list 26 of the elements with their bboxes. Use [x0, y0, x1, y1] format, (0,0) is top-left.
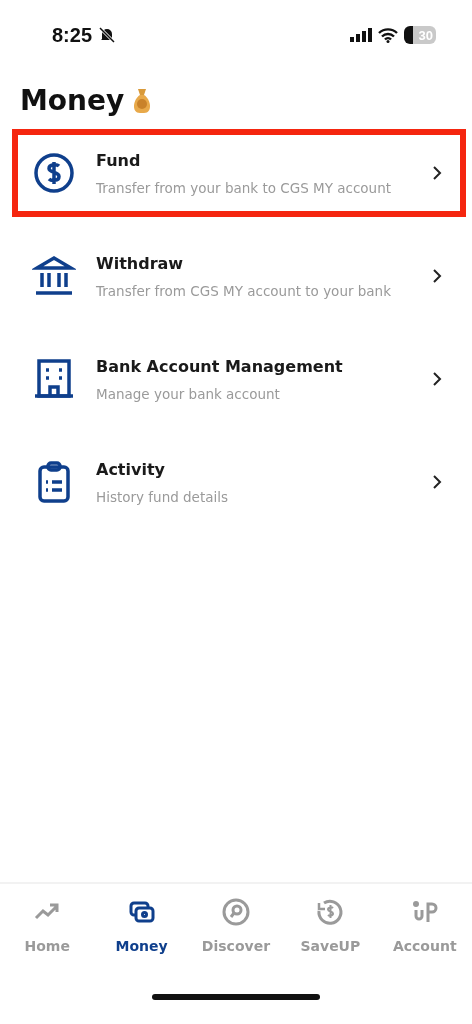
item-subtitle: Transfer from CGS MY account to your bank	[96, 282, 392, 299]
chevron-right-icon	[432, 165, 442, 181]
building-icon	[32, 357, 76, 401]
item-title: Fund	[96, 150, 142, 170]
item-subtitle: Manage your bank account	[96, 385, 281, 402]
chevron-right-icon	[432, 474, 442, 490]
item-title: Bank Account Management	[96, 356, 344, 376]
status-time: 8:25	[52, 23, 93, 47]
nav-tab[interactable]: Money	[96, 898, 187, 970]
chevron-right-icon	[432, 268, 442, 284]
item-title: Activity	[96, 459, 166, 479]
item-title: Withdraw	[96, 253, 185, 273]
bank-icon	[32, 254, 76, 298]
menu-item[interactable]: Withdraw Transfer from CGS MY account to your bank	[12, 232, 466, 320]
dollar-refresh-icon	[316, 898, 345, 926]
page-title: Money	[20, 84, 125, 117]
wifi-icon	[378, 27, 398, 43]
item-subtitle: History fund details	[96, 488, 230, 505]
search-icon	[221, 898, 250, 926]
menu-item[interactable]: Fund Transfer from your bank to CGS MY account	[12, 129, 466, 217]
item-subtitle: Transfer from your bank to CGS MY account	[96, 179, 392, 196]
signal-icon	[350, 28, 372, 42]
chevron-right-icon	[432, 371, 442, 387]
menu-item[interactable]: Activity History fund details	[12, 438, 466, 526]
dollar-icon	[32, 151, 76, 195]
menu-item[interactable]: Bank Account Management Manage your bank account	[12, 335, 466, 423]
